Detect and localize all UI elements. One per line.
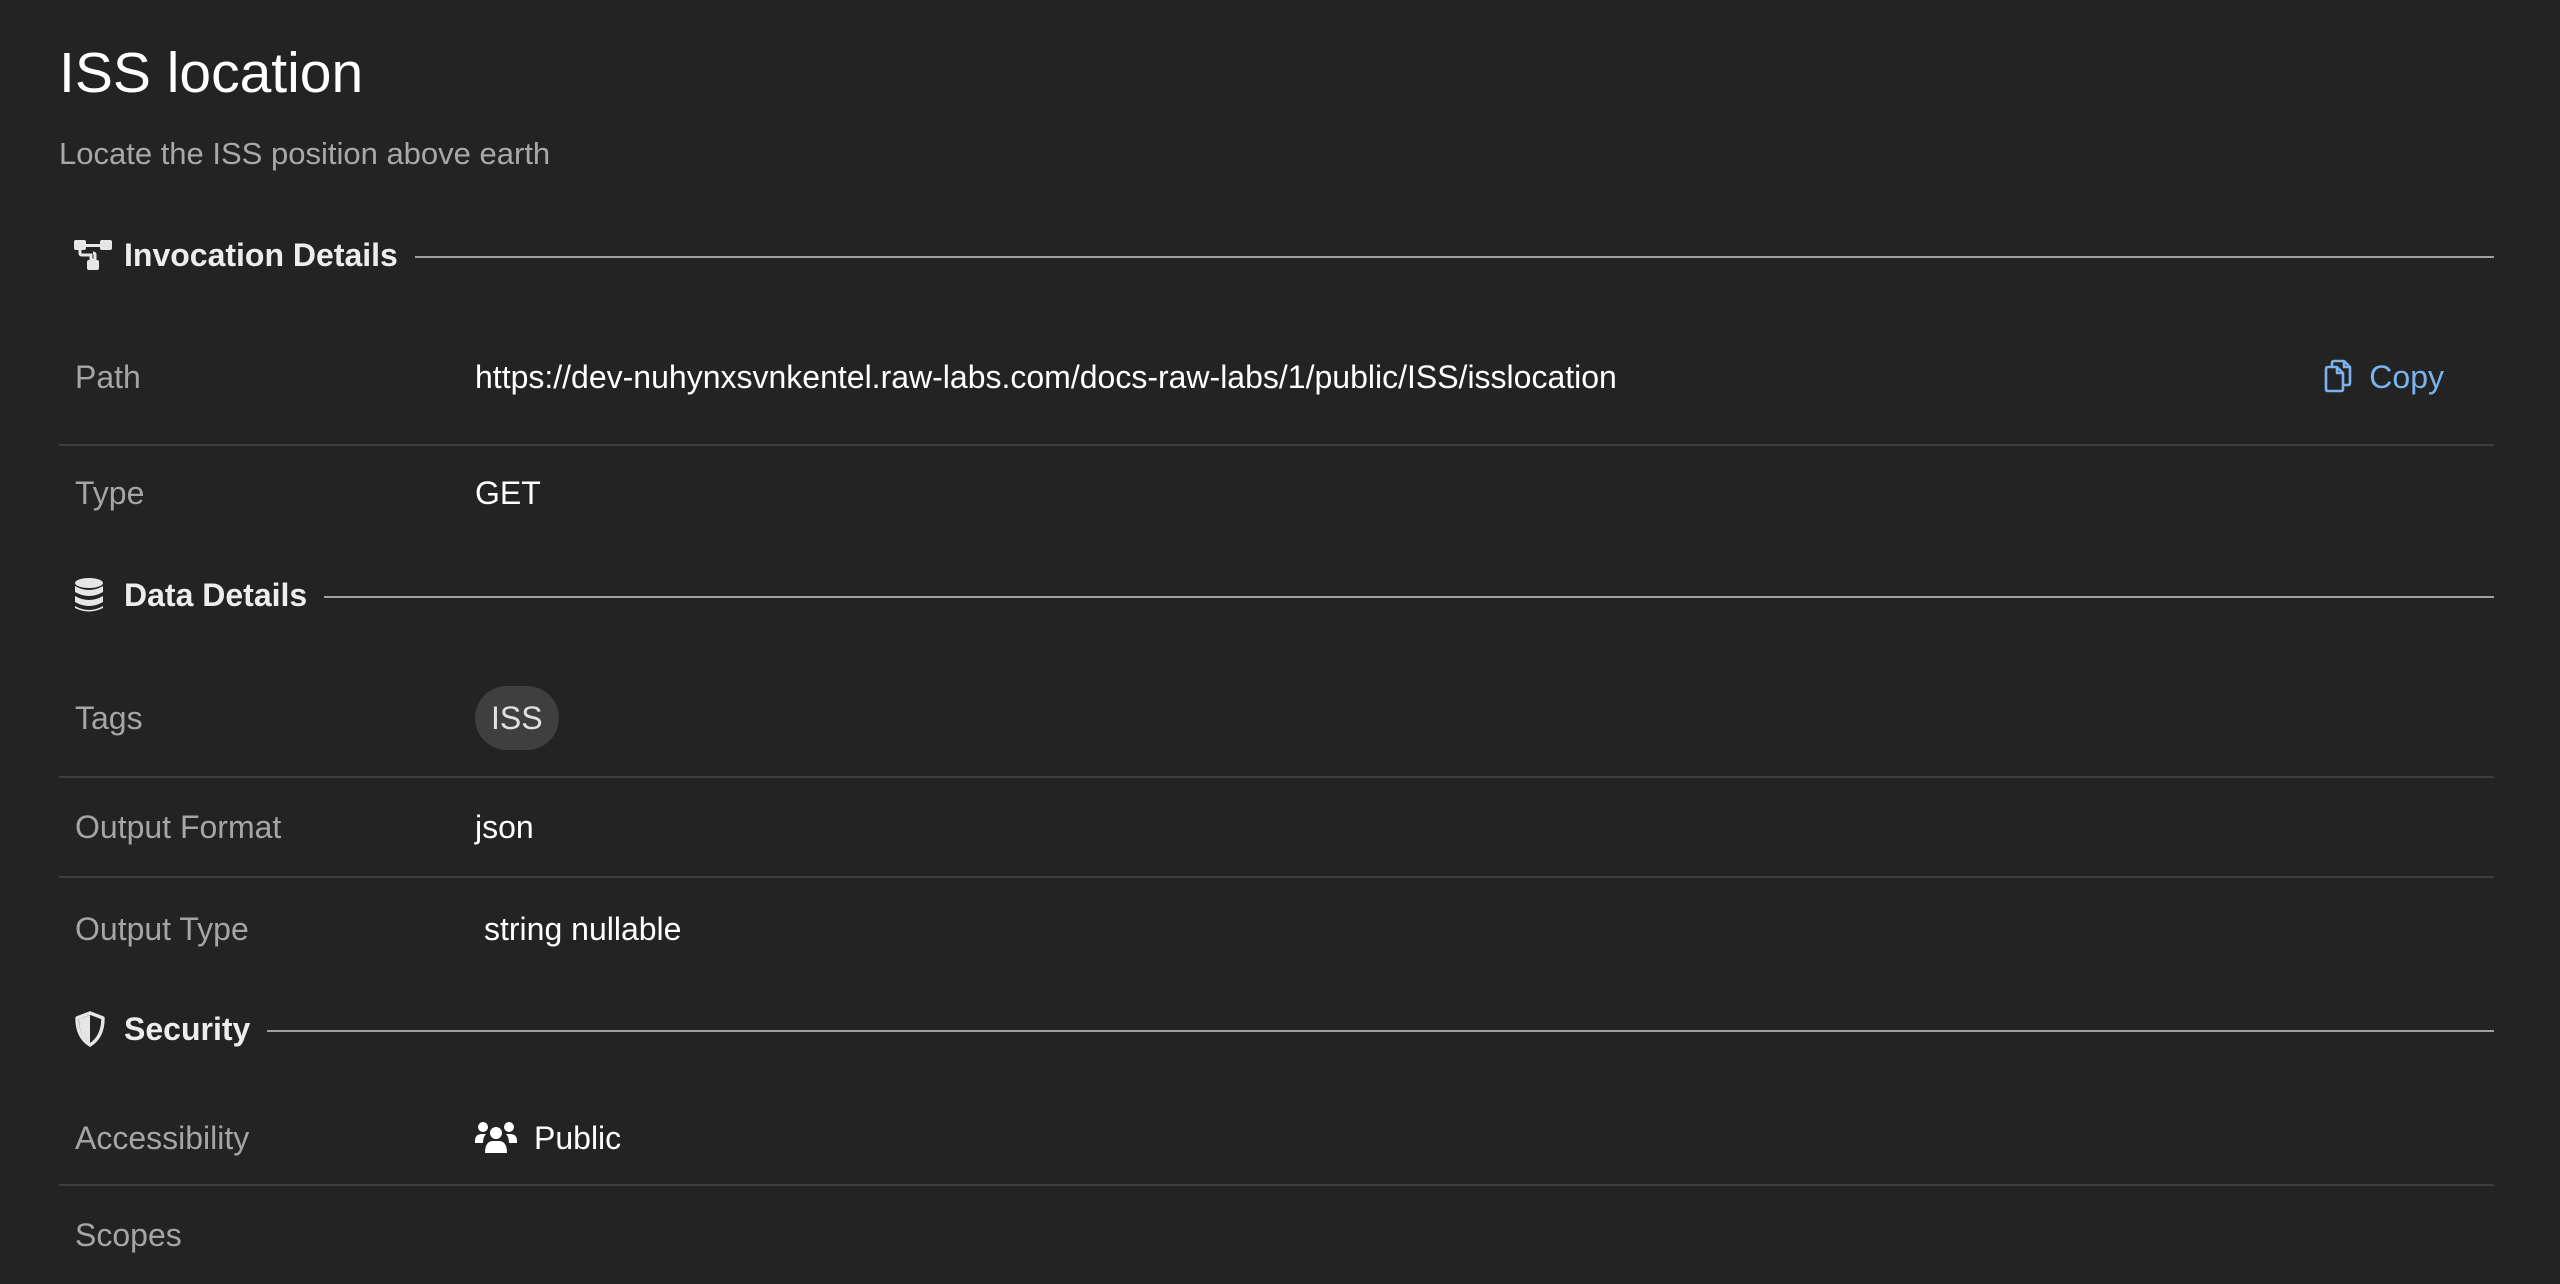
- tags-label: Tags: [75, 699, 143, 736]
- output-type-value: string nullable: [484, 910, 682, 947]
- tags-list: ISS: [475, 686, 559, 750]
- section-data-details: Data Details: [74, 571, 2494, 619]
- detail-row-output-type: Output Type string nullable: [59, 878, 2494, 980]
- accessibility-value: Public: [534, 1119, 622, 1156]
- section-divider: [267, 1030, 2494, 1032]
- copy-icon: [2323, 359, 2355, 395]
- detail-row-output-format: Output Format json: [59, 778, 2494, 878]
- database-icon: [74, 576, 112, 614]
- copy-button[interactable]: Copy: [2323, 359, 2444, 396]
- section-divider: [414, 256, 2494, 258]
- output-type-label: Output Type: [75, 910, 249, 947]
- accessibility-value-wrap: Public: [475, 1120, 621, 1157]
- section-divider: [324, 596, 2494, 598]
- api-endpoint-details-page: ISS location Locate the ISS position abo…: [0, 0, 2560, 1284]
- detail-row-scopes: Scopes: [59, 1186, 2494, 1284]
- section-label: Invocation Details: [124, 236, 398, 273]
- section-invocation-details: Invocation Details: [74, 231, 2494, 279]
- path-label: Path: [75, 358, 141, 395]
- users-icon: [475, 1121, 517, 1155]
- type-label: Type: [75, 474, 145, 511]
- page-subtitle: Locate the ISS position above earth: [59, 136, 551, 171]
- type-value: GET: [475, 474, 541, 511]
- detail-row-path: Path https://dev-nuhynxsvnkentel.raw-lab…: [59, 310, 2494, 446]
- scopes-label: Scopes: [75, 1216, 182, 1253]
- copy-label: Copy: [2369, 358, 2444, 395]
- section-label: Data Details: [124, 576, 308, 613]
- accessibility-label: Accessibility: [75, 1119, 250, 1156]
- shield-icon: [74, 1010, 112, 1048]
- output-format-label: Output Format: [75, 808, 282, 845]
- output-format-value: json: [475, 808, 534, 845]
- sitemap-icon: [74, 236, 112, 274]
- path-value: https://dev-nuhynxsvnkentel.raw-labs.com…: [475, 358, 1617, 395]
- page-title: ISS location: [59, 41, 364, 105]
- section-security: Security: [74, 1005, 2494, 1053]
- detail-row-type: Type GET: [59, 446, 2494, 540]
- detail-row-tags: Tags ISS: [59, 660, 2494, 778]
- section-label: Security: [124, 1010, 251, 1047]
- tag-chip[interactable]: ISS: [475, 686, 559, 750]
- detail-row-accessibility: Accessibility Public: [59, 1092, 2494, 1186]
